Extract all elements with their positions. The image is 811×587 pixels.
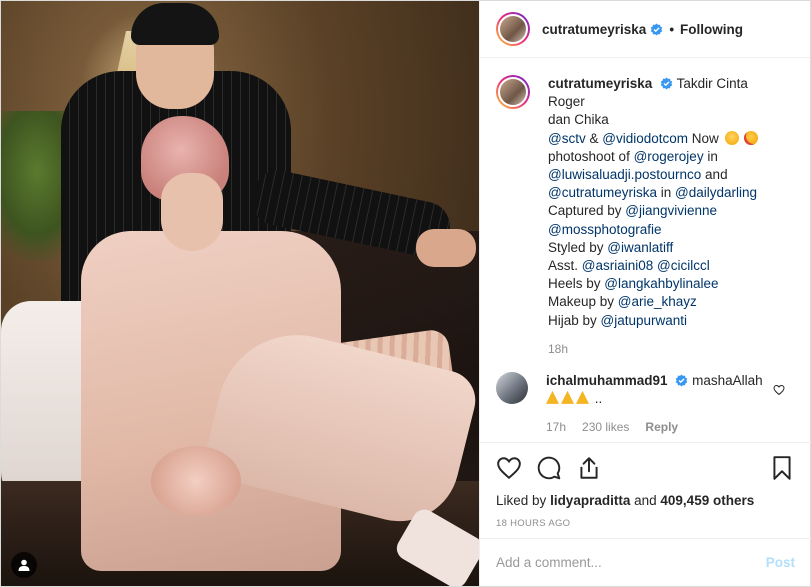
author-avatar[interactable]: [496, 12, 530, 46]
comment-emoji-line: ..: [546, 390, 776, 408]
caption-line: Hijab by @jatupurwanti: [548, 312, 788, 330]
mention-link[interactable]: @cutratumeyriska: [548, 185, 657, 200]
pray-emoji-icon: [561, 390, 574, 404]
caption-line-with-emoji: @sctv & @vidiodotcom Now: [548, 130, 788, 148]
heart-icon[interactable]: [496, 455, 522, 481]
share-icon[interactable]: [576, 455, 602, 481]
caption-line: Captured by @jiangvivienne: [548, 202, 788, 220]
mention-link[interactable]: @cicilccl: [657, 258, 710, 273]
mention-link[interactable]: @vidiodotcom: [602, 131, 688, 146]
likes-summary: Liked by lidyapraditta and 409,459 other…: [496, 493, 795, 508]
caption-author-avatar[interactable]: [496, 75, 530, 109]
caption-fragment: Now: [687, 130, 719, 146]
add-comment-input[interactable]: [496, 555, 766, 570]
user-tag-button[interactable]: [11, 552, 37, 578]
post-timestamp[interactable]: 18 HOURS AGO: [496, 518, 795, 529]
caption-fragment: dan Chika: [548, 112, 609, 128]
comment-time[interactable]: 17h: [546, 418, 566, 436]
action-bar: [496, 453, 795, 483]
mention-link[interactable]: @dailydarling: [675, 185, 757, 200]
verified-badge-icon: [651, 22, 663, 36]
caption-line: Heels by @langkahbylinalee: [548, 275, 788, 293]
post-actions: Liked by lidyapraditta and 409,459 other…: [480, 442, 811, 529]
user-tag-icon: [18, 559, 30, 571]
caption-line: @sctv & @vidiodotcom Now: [548, 131, 719, 146]
mention-link[interactable]: @iwanlatiff: [607, 240, 673, 255]
caption-fragment: Makeup by: [548, 294, 618, 310]
kiss-emoji-icon: [744, 130, 759, 145]
mention-link[interactable]: @jiangvivienne: [625, 203, 717, 218]
photo-man-hair: [131, 3, 219, 45]
caption-fragment: photoshoot of: [548, 148, 634, 164]
reply-button[interactable]: Reply: [645, 418, 678, 436]
comments-list[interactable]: cutratumeyriska Takdir Cinta Roger dan C…: [480, 59, 811, 439]
caption-fragment: Hijab by: [548, 312, 601, 328]
comment-item: ichalmuhammad91 mashaAllah .. 17h 230 li…: [496, 371, 795, 436]
comment-like-heart-icon[interactable]: [773, 384, 785, 396]
caption-line: Makeup by @arie_khayz: [548, 293, 788, 311]
mention-link[interactable]: @sctv: [548, 131, 586, 146]
mention-link[interactable]: @asriaini08: [582, 258, 654, 273]
liked-by-others[interactable]: 409,459 others: [660, 493, 754, 508]
comment-text: mashaAllah: [692, 372, 763, 388]
liked-by-user[interactable]: lidyapraditta: [550, 493, 630, 508]
post-photo[interactable]: [1, 1, 479, 586]
commenter-avatar[interactable]: [496, 371, 528, 404]
mention-link[interactable]: @arie_khayz: [618, 294, 697, 309]
caption-line: photoshoot of @rogerojey in: [548, 148, 788, 166]
caption-line: dan Chika: [548, 111, 788, 129]
caption-line: @cutratumeyriska in @dailydarling: [548, 184, 788, 202]
mention-link[interactable]: @jatupurwanti: [601, 313, 688, 328]
photo-sleeve-frill: [151, 446, 241, 516]
pray-emoji-icon: [546, 390, 559, 404]
instagram-post-modal: cutratumeyriska • Following cutratumeyri…: [0, 0, 811, 587]
caption-fragment: Captured by: [548, 203, 626, 219]
caption-fragment: and: [701, 167, 728, 183]
caption-text: cutratumeyriska Takdir Cinta Roger dan C…: [548, 75, 788, 330]
caption-fragment: Asst.: [548, 258, 582, 274]
caption: cutratumeyriska Takdir Cinta Roger dan C…: [496, 75, 795, 330]
commenter-username[interactable]: ichalmuhammad91: [546, 373, 668, 388]
smirk-emoji-icon: [724, 130, 739, 145]
mention-link[interactable]: @mossphotografie: [548, 222, 662, 237]
caption-time[interactable]: 18h: [548, 342, 795, 356]
caption-verified-badge-icon: [660, 77, 673, 90]
liked-by-and: and: [634, 493, 657, 508]
photo-man-hand: [416, 229, 476, 267]
caption-line: @mossphotografie: [548, 221, 788, 239]
caption-line: Styled by @iwanlatiff: [548, 239, 788, 257]
caption-line: Asst. @asriaini08 @cicilccl: [548, 257, 788, 275]
commenter-verified-badge-icon: [676, 374, 688, 387]
caption-fragment: in: [656, 185, 675, 201]
header-separator: •: [669, 21, 675, 37]
comment-meta: 17h 230 likes Reply: [546, 418, 776, 436]
liked-by-prefix: Liked by: [496, 493, 547, 508]
caption-line: @luwisaluadji.postournco and: [548, 166, 788, 184]
post-comment-button[interactable]: Post: [766, 555, 795, 570]
photo-woman-face: [161, 173, 223, 251]
following-button[interactable]: Following: [680, 22, 743, 37]
comment-likes[interactable]: 230 likes: [582, 418, 629, 436]
comment-suffix: ..: [594, 390, 603, 406]
pray-emoji-icon: [576, 390, 589, 404]
mention-link[interactable]: @langkahbylinalee: [604, 276, 718, 291]
caption-fragment: Styled by: [548, 239, 608, 255]
bookmark-icon[interactable]: [769, 455, 795, 481]
author-username[interactable]: cutratumeyriska: [542, 22, 646, 37]
caption-fragment: in: [703, 148, 718, 164]
caption-username[interactable]: cutratumeyriska: [548, 76, 652, 91]
add-comment-bar: Post: [480, 538, 811, 586]
post-sidebar: cutratumeyriska • Following cutratumeyri…: [479, 1, 811, 586]
mention-link[interactable]: @rogerojey: [634, 149, 704, 164]
mention-link[interactable]: @luwisaluadji.postournco: [548, 167, 701, 182]
comment-body: ichalmuhammad91 mashaAllah .. 17h 230 li…: [546, 372, 776, 436]
caption-fragment: Heels by: [548, 276, 605, 292]
comment-icon[interactable]: [536, 455, 562, 481]
caption-fragment: &: [585, 130, 603, 146]
post-header: cutratumeyriska • Following: [480, 1, 810, 58]
